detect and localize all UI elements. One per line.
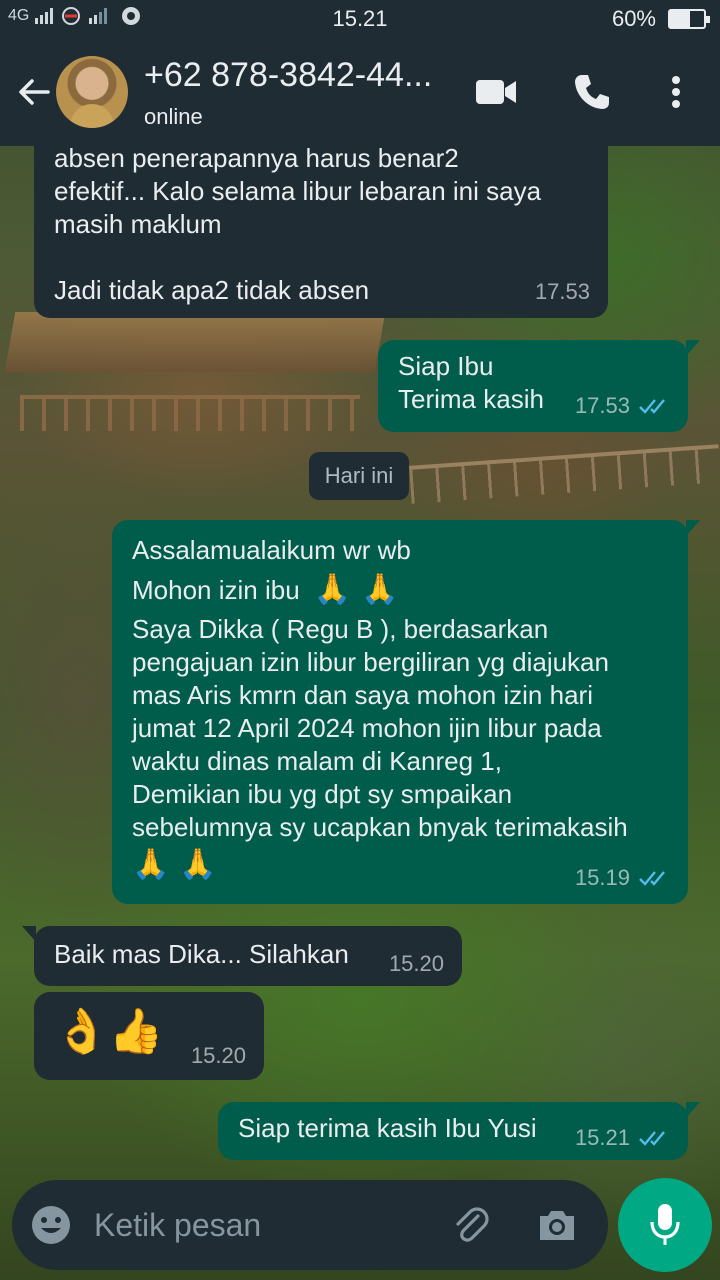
message-text: Saya Dikka ( Regu B ), berdasarkan penga… (132, 614, 628, 842)
chat-header: +62 878-3842-44... online (0, 38, 720, 146)
attach-icon[interactable] (448, 1202, 492, 1246)
read-ticks-icon (639, 398, 665, 414)
message-meta: 15.19 (575, 861, 670, 894)
status-bar: 4G 15.21 60% (0, 0, 720, 38)
phone-icon[interactable] (572, 72, 612, 112)
message-greeting: Assalamualaikum wr wb (132, 535, 411, 565)
praying-hands-icon: 🙏 (361, 573, 399, 606)
battery-icon (668, 9, 710, 29)
battery-percent: 60% (611, 6, 656, 31)
message-request-text: Mohon izin ibu (132, 575, 300, 605)
back-arrow-icon[interactable] (14, 72, 54, 112)
message-meta: 17.53 (535, 275, 590, 308)
message-time: 17.53 (534, 279, 590, 304)
message-time: 15.21 (574, 1125, 630, 1150)
voice-message-button[interactable] (618, 1178, 712, 1272)
message-time: 15.19 (574, 865, 630, 890)
read-ticks-icon (639, 1130, 665, 1146)
message-outgoing[interactable]: Assalamualaikum wr wb Mohon izin ibu 🙏 🙏 S… (112, 520, 700, 904)
message-time: 15.20 (388, 951, 444, 976)
message-time: 17.53 (574, 393, 630, 418)
message-meta: 15.20 (191, 1039, 246, 1072)
emoji-icon[interactable] (30, 1204, 72, 1246)
status-icons-right: 60% (611, 6, 710, 32)
message-input[interactable] (94, 1202, 424, 1248)
contact-status: online (144, 104, 203, 129)
praying-hands-icon: 🙏 (132, 848, 170, 881)
more-vert-icon[interactable] (662, 72, 690, 112)
message-meta: 15.20 (389, 947, 444, 980)
contact-name[interactable]: +62 878-3842-44... (144, 56, 432, 95)
message-request-line: Mohon izin ibu 🙏 🙏 (132, 573, 668, 607)
message-text: Baik mas Dika... Silahkan (54, 939, 349, 969)
message-incoming[interactable]: Baik mas Dika... Silahkan 15.20 (22, 926, 462, 986)
message-meta: 17.53 (575, 389, 670, 422)
avatar[interactable] (56, 56, 128, 128)
message-composer (12, 1180, 608, 1270)
message-list[interactable]: absen penerapannya harus benar2 efektif.… (0, 146, 720, 1166)
message-incoming[interactable]: absen penerapannya harus benar2 efektif.… (34, 146, 608, 318)
praying-hands-icon: 🙏 (179, 848, 217, 881)
video-call-icon[interactable] (474, 76, 518, 108)
message-outgoing[interactable]: Siap terima kasih Ibu Yusi 15.21 (218, 1102, 700, 1160)
read-ticks-icon (639, 870, 665, 886)
date-divider: Hari ini (309, 452, 409, 500)
message-outgoing[interactable]: Siap Ibu Terima kasih 17.53 (378, 340, 700, 432)
message-incoming[interactable]: 👌👍 15.20 (34, 992, 264, 1080)
camera-icon[interactable] (536, 1204, 578, 1246)
microphone-icon (650, 1204, 680, 1245)
message-text: absen penerapannya harus benar2 efektif.… (54, 146, 542, 305)
praying-hands-icon: 🙏 (313, 573, 352, 606)
battery-level (670, 11, 691, 27)
message-meta: 15.21 (575, 1121, 670, 1154)
message-time: 15.20 (190, 1043, 246, 1068)
